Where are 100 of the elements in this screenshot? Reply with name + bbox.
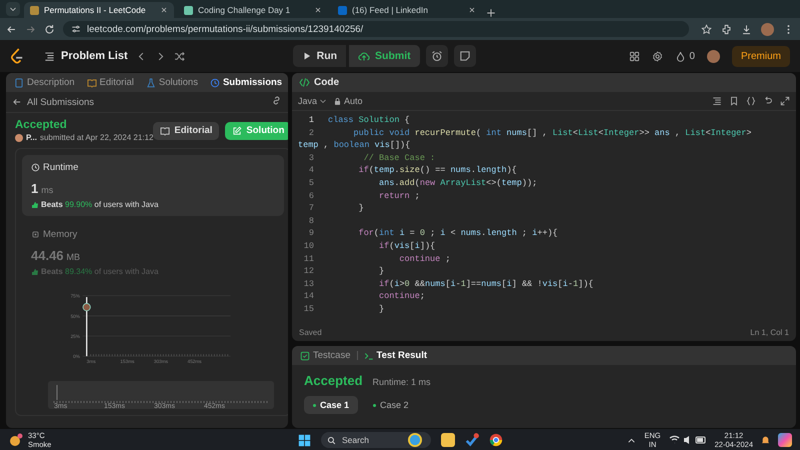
- metric-value: 44.46: [31, 248, 64, 263]
- chevron-down-icon: [9, 5, 17, 13]
- browser-tab[interactable]: (16) Feed | LinkedIn: [332, 2, 482, 18]
- notes-button[interactable]: [454, 45, 476, 67]
- forward-icon[interactable]: [25, 24, 36, 34]
- panel-tab[interactable]: Submissions: [208, 77, 284, 88]
- code-line: }: [378, 265, 384, 278]
- metric-value: 1: [31, 181, 38, 196]
- line-number: 15: [302, 302, 314, 316]
- code-line: continue ;: [398, 252, 450, 266]
- reload-icon[interactable]: [44, 24, 55, 34]
- browser-tab[interactable]: Permutations II - LeetCode: [24, 2, 174, 18]
- address-bar[interactable]: leetcode.com/problems/permutations-ii/submissions/1239140256/: [63, 21, 689, 37]
- close-icon[interactable]: [468, 6, 476, 14]
- chip-icon: [31, 230, 40, 239]
- fullscreen-icon[interactable]: [780, 96, 790, 106]
- line-number: 11: [302, 252, 314, 266]
- line-number: 8: [308, 214, 314, 228]
- checkbox-icon: [300, 350, 310, 360]
- run-button[interactable]: Run: [292, 45, 346, 67]
- weather-icon[interactable]: [8, 433, 24, 447]
- result-status: Accepted: [304, 373, 363, 388]
- logo-icon[interactable]: [10, 48, 24, 64]
- tab-search-button[interactable]: [6, 2, 20, 16]
- network-sound-battery-icon[interactable]: [668, 435, 707, 445]
- panel-tab[interactable]: Testcase: [298, 350, 352, 361]
- panel-tab[interactable]: Description: [12, 77, 77, 88]
- book-icon: [160, 126, 170, 136]
- autocomplete-mode[interactable]: Auto: [333, 96, 363, 106]
- metric-unit: ms: [41, 185, 54, 195]
- star-icon[interactable]: [701, 24, 712, 34]
- user-avatar: [82, 303, 91, 312]
- case-tab[interactable]: Case 1: [304, 396, 358, 414]
- bell-icon[interactable]: [761, 435, 770, 445]
- braces-icon[interactable]: [746, 96, 756, 106]
- cloud-upload-icon: [358, 50, 370, 62]
- site-icon: [338, 6, 347, 14]
- extensions-icon[interactable]: [721, 24, 732, 34]
- timer-button[interactable]: [426, 45, 448, 67]
- panel-title: Code: [314, 77, 339, 88]
- book-icon: [86, 78, 97, 88]
- metric-card[interactable]: Runtime 1 ms Beats 99.90% of users with Java: [22, 155, 284, 216]
- link-icon[interactable]: [271, 95, 282, 106]
- metric-unit: MB: [66, 252, 80, 262]
- line-number: 6: [308, 190, 314, 202]
- all-submissions-link[interactable]: All Submissions: [27, 96, 94, 108]
- save-status: Saved: [299, 328, 322, 336]
- search-field[interactable]: Search: [321, 432, 431, 448]
- code-line: ans.add(new ArrayList<>(temp));: [378, 176, 538, 190]
- panel-tab[interactable]: Editorial: [84, 77, 136, 88]
- shuffle-icon[interactable]: [174, 50, 185, 62]
- browser-icon[interactable]: [489, 433, 503, 447]
- panel-tab[interactable]: Test Result: [362, 350, 430, 361]
- site-settings-icon: [71, 24, 81, 34]
- line-number: 7: [308, 202, 314, 215]
- code-line: if(temp.size() == nums.length){: [358, 164, 517, 177]
- windows-start-icon[interactable]: [298, 434, 311, 446]
- code-line: for(int i = 0 ; i < nums.length ; i++){: [358, 227, 558, 240]
- runtime-text: Runtime: 1 ms: [372, 377, 431, 387]
- submission-status: Accepted: [15, 119, 68, 131]
- browser-tab[interactable]: Coding Challenge Day 1: [178, 2, 328, 18]
- site-icon: [184, 6, 193, 14]
- code-line: continue;: [378, 290, 425, 303]
- clock-icon: [31, 163, 40, 172]
- line-number: 13: [302, 278, 314, 290]
- bookmark-icon[interactable]: [729, 96, 739, 106]
- language-dropdown[interactable]: Java: [298, 96, 328, 106]
- settings-icon[interactable]: [652, 50, 664, 62]
- problem-list-link[interactable]: Problem List: [44, 50, 128, 62]
- alarm-clock-icon: [430, 50, 443, 62]
- submit-button[interactable]: Submit: [349, 45, 420, 67]
- reset-icon[interactable]: [763, 96, 773, 106]
- panel-tab[interactable]: Solutions: [144, 77, 200, 88]
- profile-avatar[interactable]: [761, 22, 774, 36]
- terminal-icon: [364, 350, 374, 360]
- submitted-time: submitted at Apr 22, 2024 21:12: [40, 133, 154, 142]
- history-icon: [210, 78, 220, 88]
- back-icon[interactable]: [6, 24, 17, 34]
- back-arrow-icon[interactable]: [12, 97, 22, 107]
- play-icon: [302, 51, 312, 61]
- code-line: }: [378, 302, 384, 316]
- layout-icon[interactable]: [629, 50, 640, 62]
- line-number: 4: [308, 164, 314, 177]
- streak-counter[interactable]: 0: [675, 50, 695, 62]
- code-line: // Base Case :: [362, 152, 436, 164]
- line-number: 14: [302, 290, 314, 303]
- checkmark-app-icon[interactable]: [465, 433, 479, 447]
- close-icon[interactable]: [314, 6, 322, 14]
- search-icon: [327, 436, 336, 444]
- premium-button[interactable]: Premium: [732, 46, 790, 66]
- new-tab-icon[interactable]: [486, 8, 496, 18]
- editorial-button[interactable]: Editorial: [153, 122, 220, 140]
- user-avatar[interactable]: [706, 50, 720, 62]
- close-icon[interactable]: [160, 6, 168, 14]
- username[interactable]: P...: [26, 133, 37, 142]
- case-tab[interactable]: Case 2: [364, 396, 418, 414]
- format-icon[interactable]: [712, 96, 722, 106]
- search-input[interactable]: Search: [340, 434, 404, 446]
- code-line: class Solution {: [327, 114, 410, 127]
- download-icon[interactable]: [741, 24, 752, 34]
